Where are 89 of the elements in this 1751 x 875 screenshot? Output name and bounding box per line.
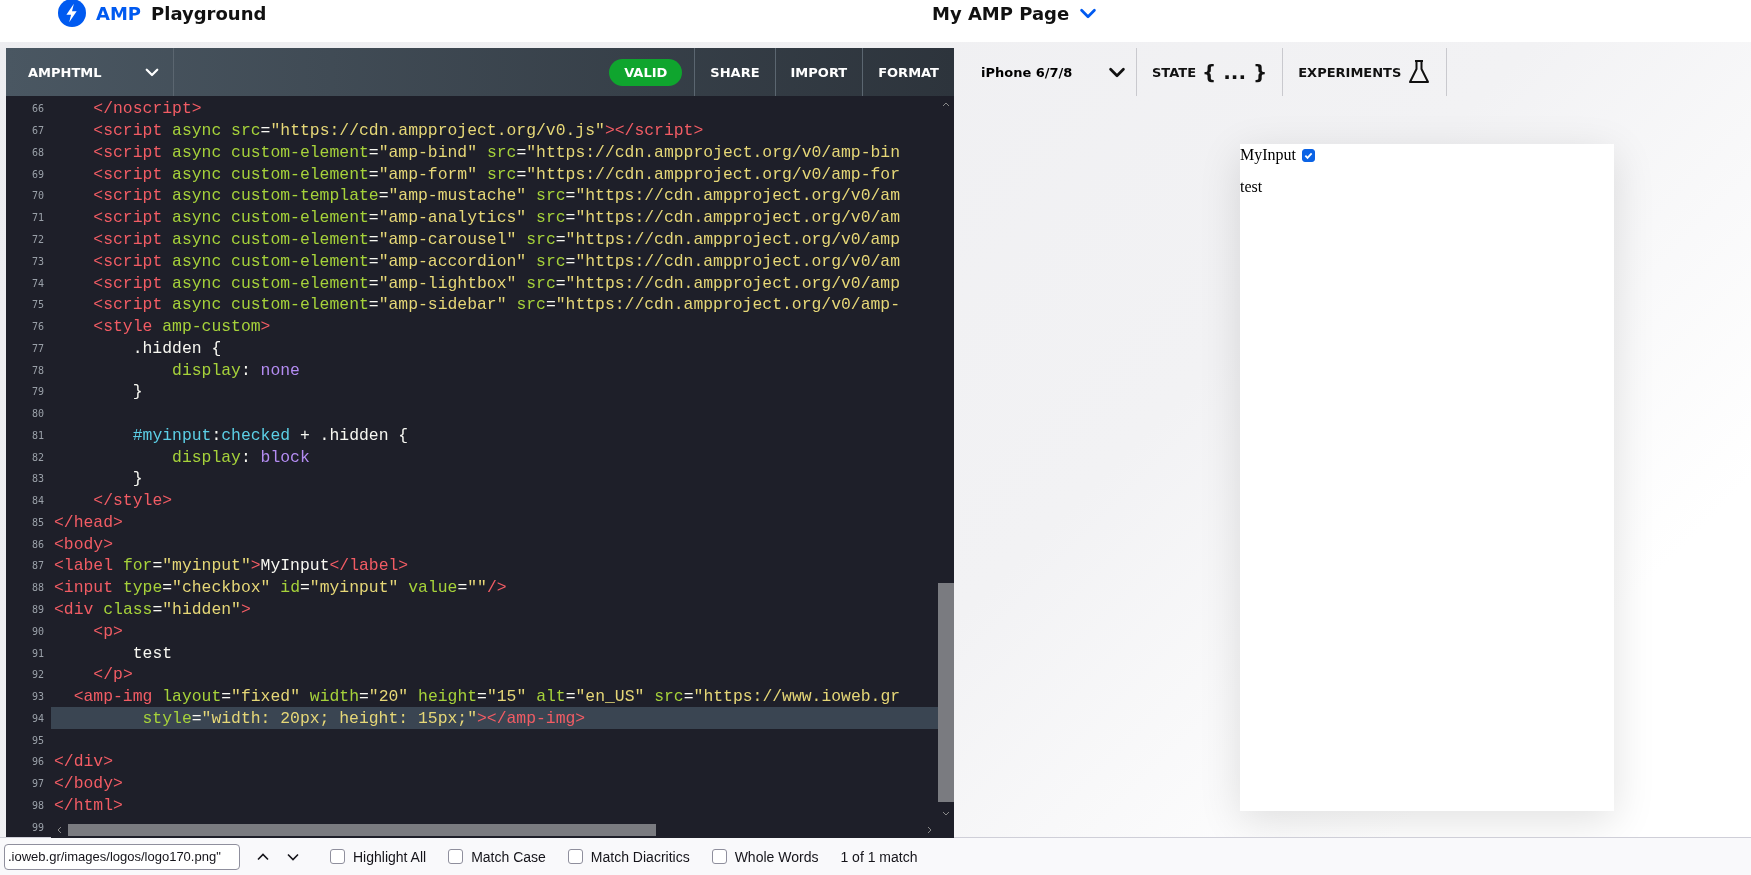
code-line: <div class="hidden"> xyxy=(54,600,251,619)
line-number: 86 xyxy=(30,538,44,550)
line-number: 81 xyxy=(30,429,44,441)
experiments-button[interactable]: EXPERIMENTS xyxy=(1283,48,1448,96)
brand-text: Playground xyxy=(151,2,267,24)
line-number: 94 xyxy=(30,712,44,724)
line-number: 78 xyxy=(30,364,44,376)
option-label: Whole Words xyxy=(734,848,819,865)
code-line: } xyxy=(131,469,143,489)
code-line: </p> xyxy=(92,665,133,685)
option-label: Highlight All xyxy=(353,848,427,865)
line-number: 79 xyxy=(30,386,44,398)
code-line: style="width: 20px; height: 15px;"></amp-img> xyxy=(141,708,586,728)
match-count: 1 of 1 match xyxy=(840,848,918,865)
option-label: Match Case xyxy=(471,848,546,865)
code-line: <script async custom-element="amp-bind" src="https://cdn.ampproject.org/v0/amp-bin xyxy=(92,142,900,162)
brand-text: AMP xyxy=(96,2,142,24)
code-line: </noscript> xyxy=(92,99,202,119)
line-number: 77 xyxy=(30,342,44,354)
line-number: 76 xyxy=(30,321,44,333)
code-line: <amp-img layout="fixed" width="20" height="15" alt="en_US" src="https://www.ioweb.gr xyxy=(72,687,901,707)
line-number: 91 xyxy=(30,647,44,659)
code-line: <input type="checkbox" id="myinput" value=""/> xyxy=(54,578,507,598)
line-number: 98 xyxy=(30,799,44,811)
code-line: <script async custom-element="amp-accordion" src="https://cdn.ampproject.org/v0/am xyxy=(92,251,900,271)
line-number: 99 xyxy=(30,821,44,833)
code-line: <script async custom-element="amp-carousel" src="https://cdn.ampproject.org/v0/amp xyxy=(92,229,900,249)
code-line: </div> xyxy=(54,752,114,772)
code-line: display: block xyxy=(171,447,310,467)
line-number: 84 xyxy=(30,495,44,507)
document-title[interactable]: My AMP Page xyxy=(932,2,1070,24)
line-number: 83 xyxy=(30,473,44,485)
code-line: #myinput:checked + .hidden { xyxy=(131,425,409,445)
line-number: 82 xyxy=(30,451,44,463)
device-select[interactable]: iPhone 6/7/8 xyxy=(954,48,1137,96)
checkbox[interactable] xyxy=(567,849,583,864)
checkbox[interactable] xyxy=(448,849,464,864)
line-number: 89 xyxy=(30,604,44,615)
code-line: <script async custom-element="amp-sidebar" src="https://cdn.ampproject.org/v0/amp- xyxy=(92,295,900,315)
line-number: 88 xyxy=(30,582,44,594)
checkbox[interactable] xyxy=(330,849,345,864)
flask-icon xyxy=(1407,59,1432,85)
line-number: 97 xyxy=(30,778,44,790)
format-select[interactable]: AMPHTML xyxy=(6,48,174,96)
code-line: .hidden { xyxy=(131,338,222,358)
line-number: 80 xyxy=(30,408,44,420)
code-line: </style> xyxy=(92,491,173,511)
code-line: <script async custom-element="amp-analytics" src="https://cdn.ampproject.org/v0/am xyxy=(92,208,900,228)
code-line: <script async custom-element="amp-form" src="https://cdn.ampproject.org/v0/amp-for xyxy=(92,164,900,184)
checkbox[interactable] xyxy=(1302,148,1315,162)
toolbar-button[interactable]: SHARE xyxy=(694,48,775,96)
line-number: 71 xyxy=(30,212,44,224)
code-line: <p> xyxy=(92,621,123,641)
checkbox[interactable] xyxy=(711,849,727,864)
line-number: 66 xyxy=(30,103,44,115)
code-line: <script async src="https://cdn.ampproject.org/v0.js"></script> xyxy=(92,121,704,141)
line-number: 69 xyxy=(30,168,44,180)
line-number: 73 xyxy=(30,255,44,267)
code-line: </head> xyxy=(54,512,123,532)
option-label: Match Diacritics xyxy=(590,848,690,865)
line-number: 68 xyxy=(30,146,44,158)
line-number: 87 xyxy=(30,560,44,572)
code-line: display: none xyxy=(171,360,300,380)
code-line: <style amp-custom> xyxy=(92,317,271,337)
paragraph-text: test xyxy=(1240,178,1264,196)
line-number: 67 xyxy=(30,125,44,137)
line-number: 72 xyxy=(30,233,44,245)
code-line: <script async custom-element="amp-lightbox" src="https://cdn.ampproject.org/v0/amp xyxy=(92,273,900,293)
line-number: 75 xyxy=(30,299,44,311)
code-line: <script async custom-template="amp-mustache" src="https://cdn.ampproject.org/v0/am xyxy=(92,186,900,206)
line-number: 96 xyxy=(30,756,44,768)
code-line: </html> xyxy=(54,795,123,815)
line-number: 92 xyxy=(30,669,44,681)
state-button[interactable]: STATE { ... } xyxy=(1137,48,1284,96)
code-line: </body> xyxy=(54,774,123,794)
input-label: MyInput xyxy=(1240,146,1296,164)
valid-badge: VALID xyxy=(609,58,683,86)
code-line: <label for="myinput">MyInput</label> xyxy=(54,556,409,576)
line-number: 85 xyxy=(30,516,44,528)
line-number: 90 xyxy=(30,625,44,637)
line-number: 74 xyxy=(30,277,44,289)
find-field[interactable]: .ioweb.gr/images/logos/logo170.png" xyxy=(4,843,240,870)
line-number: 95 xyxy=(30,734,44,746)
toolbar-button[interactable]: IMPORT xyxy=(774,48,863,96)
code-line: <body> xyxy=(54,534,114,554)
code-line: test xyxy=(131,643,173,663)
line-number: 70 xyxy=(30,190,44,202)
line-number: 93 xyxy=(30,691,44,703)
code-line: } xyxy=(131,382,143,402)
